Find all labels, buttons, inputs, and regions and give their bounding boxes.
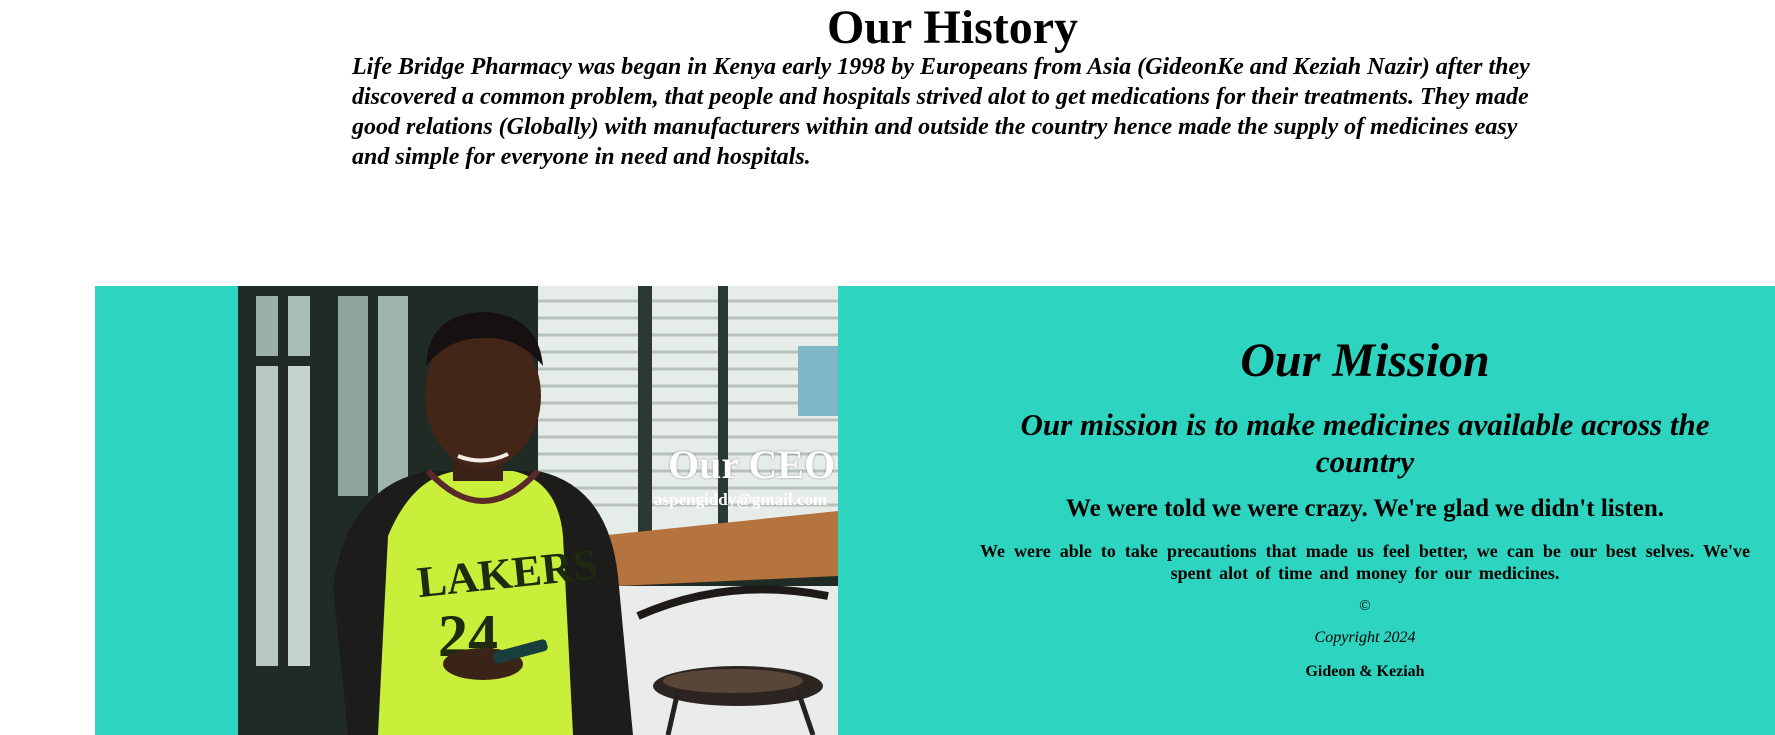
copyright-text: Copyright 2024 bbox=[1314, 629, 1416, 646]
mission-content: Our Mission Our mission is to make medic… bbox=[980, 330, 1750, 682]
history-paragraph: Life Bridge Pharmacy was began in Kenya … bbox=[352, 54, 1530, 170]
ceo-email: aspengiddy@gmail.com bbox=[654, 490, 828, 509]
copyright-symbol: © bbox=[1359, 598, 1371, 614]
ceo-title: Our CEO bbox=[668, 442, 836, 487]
mission-body: We were able to take precautions that ma… bbox=[980, 541, 1750, 583]
mission-title: Our Mission bbox=[1240, 334, 1490, 387]
history-title: Our History bbox=[826, 1, 1079, 54]
ceo-photo: LAKERS 24 bbox=[238, 286, 838, 735]
footer-authors: Gideon & Keziah bbox=[1305, 663, 1425, 680]
mission-statement: Our mission is to make medicines availab… bbox=[1020, 407, 1710, 479]
mission-tagline: We were told we were crazy. We're glad w… bbox=[1065, 495, 1665, 522]
